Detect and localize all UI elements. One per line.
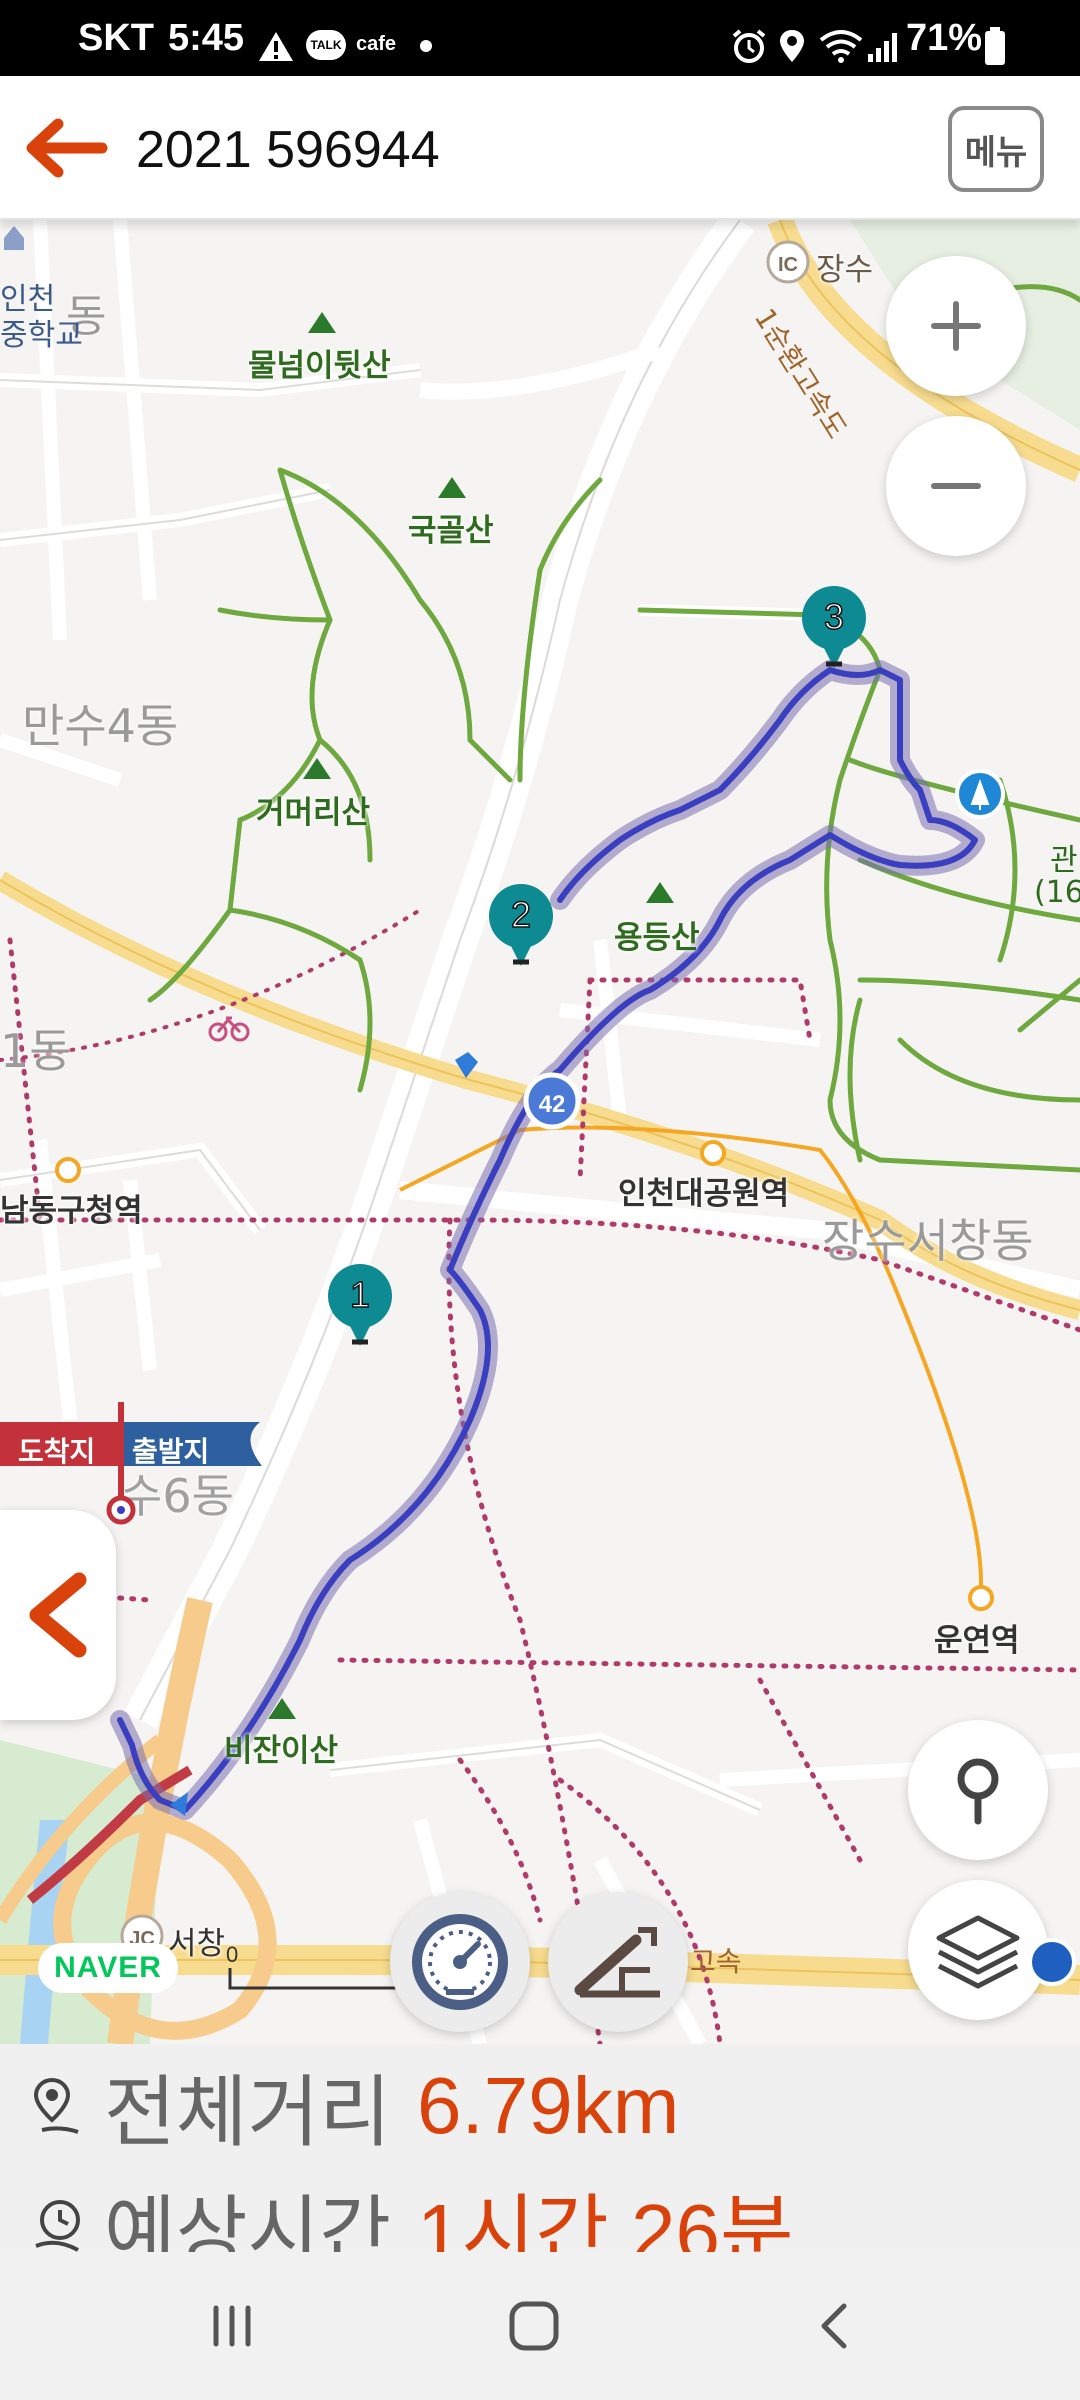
- alarm-icon: [732, 29, 766, 63]
- warning-icon: [259, 32, 293, 61]
- place-label: 중학교: [0, 318, 83, 353]
- highway-label: 고속: [690, 1945, 742, 1978]
- talk-icon: TALK: [306, 30, 346, 60]
- wifi-icon: [819, 30, 863, 63]
- distance-label: 전체거리: [104, 2068, 392, 2158]
- my-location-button[interactable]: [908, 1720, 1048, 1860]
- time-row: 예상시간 1시간 26분: [30, 2176, 794, 2252]
- elevation-button[interactable]: [548, 1892, 688, 2032]
- chevron-left-icon: [821, 2303, 847, 2349]
- speedometer-icon: [412, 1914, 508, 2010]
- distance-row: 전체거리 6.79km: [30, 2056, 680, 2158]
- waypoint-marker-1[interactable]: 1: [326, 1262, 394, 1352]
- layers-icon: [936, 1915, 1020, 1989]
- recent-apps-icon: [213, 2305, 251, 2347]
- district-label: 만수4동: [22, 699, 179, 753]
- notification-dot-icon: [420, 40, 432, 52]
- location-icon: [780, 30, 804, 62]
- time-label: 예상시간: [104, 2188, 392, 2252]
- back-arrow-icon: [26, 118, 108, 178]
- station-label: 운연역: [934, 1623, 1020, 1659]
- page-title: 2021 596944: [136, 121, 440, 179]
- station-label: 남동구청역: [0, 1193, 143, 1229]
- zoom-out-button[interactable]: [886, 416, 1026, 556]
- district-label: 1동: [0, 1024, 72, 1078]
- minus-icon: [931, 483, 981, 489]
- route-badge-icon: [1028, 1938, 1076, 1986]
- map-layers-button[interactable]: [908, 1880, 1048, 2020]
- clock: 5:45: [168, 17, 245, 59]
- status-bar: SKT 5:45 TALK cafe 71%: [0, 0, 1080, 76]
- carrier-label: SKT: [78, 17, 154, 59]
- recent-apps-button[interactable]: [132, 2252, 332, 2400]
- bike-path-icon: [208, 1016, 250, 1042]
- place-label: 관: [1050, 843, 1078, 878]
- chevron-left-icon: [29, 1572, 87, 1658]
- mountain-label: 국골산: [408, 513, 494, 549]
- mountain-label: 용등산: [614, 920, 700, 956]
- waypoint-marker-3[interactable]: 3: [800, 584, 868, 674]
- distance-value: 6.79km: [417, 2061, 680, 2150]
- zoom-in-button[interactable]: [886, 256, 1026, 396]
- place-label: (16: [1034, 875, 1080, 910]
- route-pin-icon: [33, 2077, 79, 2134]
- speedometer-button[interactable]: [390, 1892, 530, 2032]
- junction-label: 서창: [168, 1926, 226, 1962]
- panel-toggle-button[interactable]: [0, 1510, 116, 1720]
- battery-icon: [985, 27, 1005, 65]
- back-button[interactable]: [18, 110, 114, 186]
- arrival-flag-label: 도착지: [18, 1435, 96, 1468]
- scale-zero-label: 0: [226, 1942, 238, 1967]
- menu-button[interactable]: 메뉴: [948, 106, 1044, 192]
- waypoint-number: 3: [823, 595, 845, 638]
- waypoint-marker-2[interactable]: 2: [487, 882, 555, 972]
- mountain-label: 거머리산: [256, 795, 371, 831]
- location-pin-icon: [957, 1758, 999, 1825]
- cafe-label: cafe: [356, 33, 397, 55]
- time-value: 1시간 26분: [417, 2188, 794, 2252]
- departure-flag-label: 출발지: [132, 1435, 210, 1468]
- battery-percent: 71%: [906, 17, 983, 59]
- elevation-icon: [574, 1927, 660, 1998]
- route-info-panel: 전체거리 6.79km 예상시간 1시간 26분: [0, 2044, 1080, 2252]
- route-map[interactable]: 42 IC JC 0 물넘이뒷산 국골산 거머리산 용등산 비잔이산 만수4동 …: [0, 220, 1080, 2044]
- signal-icon: [868, 33, 897, 62]
- home-button[interactable]: [434, 2252, 634, 2400]
- interchange-label: 장수: [816, 252, 874, 288]
- system-back-button[interactable]: [736, 2252, 936, 2400]
- home-icon: [509, 2301, 559, 2351]
- district-label: 장수서창동: [822, 1214, 1034, 1268]
- system-nav-bar: [0, 2252, 1080, 2400]
- mountain-label: 물넘이뒷산: [248, 348, 391, 384]
- road-number: 42: [539, 1091, 566, 1118]
- waypoint-number: 2: [510, 893, 532, 936]
- app-header: 2021 596944 메뉴: [0, 76, 1080, 220]
- waypoint-number: 1: [349, 1273, 371, 1316]
- time-icon: [35, 2200, 80, 2252]
- naver-logo: NAVER: [38, 1943, 178, 1993]
- mountain-label: 비잔이산: [224, 1733, 339, 1769]
- svg-text:IC: IC: [778, 254, 798, 276]
- plus-icon: [931, 301, 981, 351]
- station-label: 인천대공원역: [618, 1176, 790, 1212]
